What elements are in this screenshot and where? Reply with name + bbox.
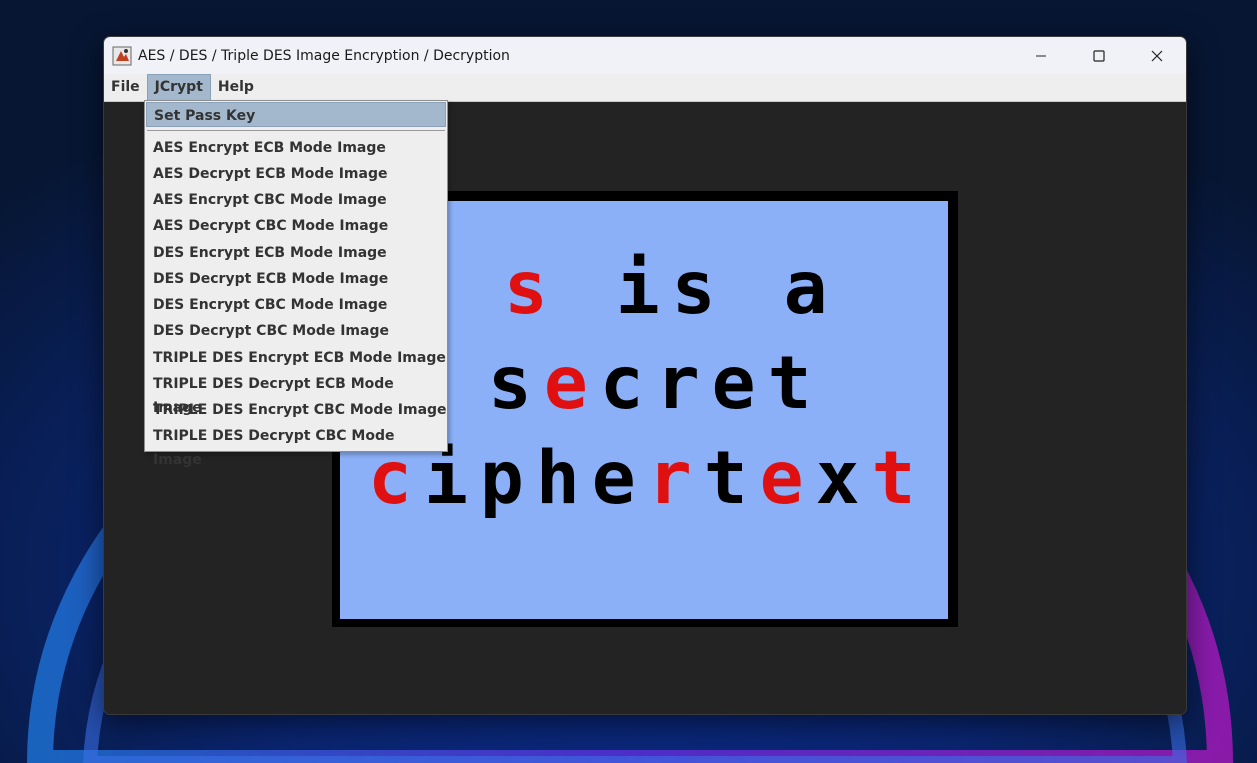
- menu-item-aes-decrypt-ecb[interactable]: AES Decrypt ECB Mode Image: [153, 162, 387, 186]
- menu-item-des-decrypt-cbc[interactable]: DES Decrypt CBC Mode Image: [153, 319, 389, 343]
- menu-item-des-encrypt-ecb[interactable]: DES Encrypt ECB Mode Image: [153, 241, 387, 265]
- close-icon: [1151, 50, 1163, 61]
- menu-item-aes-decrypt-cbc[interactable]: AES Decrypt CBC Mode Image: [153, 214, 388, 238]
- title-bar[interactable]: AES / DES / Triple DES Image Encryption …: [104, 37, 1186, 74]
- image-text-segment: x: [815, 436, 872, 521]
- image-text-segment: is a: [559, 246, 840, 331]
- menu-item-des-decrypt-ecb[interactable]: DES Decrypt ECB Mode Image: [153, 267, 388, 291]
- maximize-button[interactable]: [1070, 37, 1128, 74]
- close-button[interactable]: [1128, 37, 1186, 74]
- menu-bar: File JCrypt Help: [104, 74, 1186, 102]
- java-app-icon: [112, 46, 132, 65]
- maximize-icon: [1093, 49, 1105, 62]
- minimize-button[interactable]: [1012, 37, 1070, 74]
- image-text-segment: iphe: [423, 436, 648, 521]
- image-text-segment-red: s: [503, 246, 560, 331]
- minimize-icon: [1036, 55, 1046, 56]
- image-text-segment-red: t: [871, 436, 928, 521]
- menu-jcrypt[interactable]: JCrypt: [146, 74, 211, 101]
- menu-item-triple-des-decrypt-ecb[interactable]: TRIPLE DES Decrypt ECB Mode Image: [153, 372, 447, 416]
- menu-item-triple-des-encrypt-ecb[interactable]: TRIPLE DES Encrypt ECB Mode Image: [153, 346, 446, 370]
- image-text-segment: t: [703, 436, 760, 521]
- image-text-line-3: ciphertext: [368, 436, 928, 521]
- menu-item-triple-des-decrypt-cbc[interactable]: TRIPLE DES Decrypt CBC Mode Image: [153, 424, 447, 468]
- menu-item-aes-encrypt-cbc[interactable]: AES Encrypt CBC Mode Image: [153, 188, 387, 212]
- window-title: AES / DES / Triple DES Image Encryption …: [138, 47, 510, 64]
- menu-item-triple-des-encrypt-cbc[interactable]: TRIPLE DES Encrypt CBC Mode Image: [153, 398, 447, 422]
- image-text-segment-red: e: [543, 341, 600, 426]
- image-text-segment-red: e: [759, 436, 816, 521]
- menu-item-set-pass-key[interactable]: Set Pass Key: [154, 104, 255, 128]
- image-text-segment: cret: [599, 341, 824, 426]
- menu-file[interactable]: File: [104, 75, 147, 100]
- menu-item-aes-encrypt-ecb[interactable]: AES Encrypt ECB Mode Image: [153, 136, 386, 160]
- image-text-segment-red: r: [647, 436, 704, 521]
- menu-item-des-encrypt-cbc[interactable]: DES Encrypt CBC Mode Image: [153, 293, 387, 317]
- menu-help[interactable]: Help: [211, 75, 261, 100]
- jcrypt-dropdown-menu: Set Pass Key AES Encrypt ECB Mode Image …: [144, 100, 448, 468]
- menu-separator: [147, 130, 445, 131]
